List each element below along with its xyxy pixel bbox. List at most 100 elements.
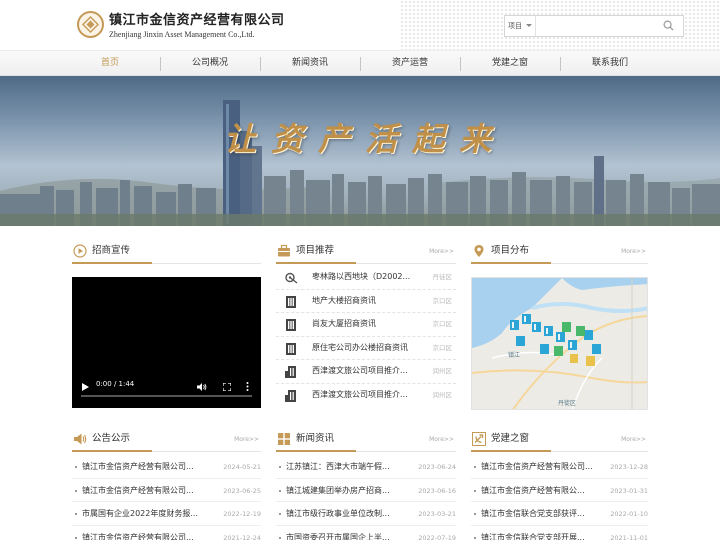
list-item[interactable]: 镇江市级行政事业单位改制... 2023-03-21 (276, 502, 456, 526)
list-item-title: 镇江市金信资产经营有限公司... (82, 532, 194, 540)
building-icon (286, 319, 296, 331)
promo-video-player[interactable]: 0:00 / 1:44 (72, 277, 261, 408)
bullet-dot (75, 466, 77, 468)
list-item[interactable]: 镇江市金信资产经营有限公... 2023-01-31 (471, 479, 648, 502)
party-more-link[interactable]: More>> (621, 436, 646, 443)
news-panel: 新闻资讯 More>> 江苏镇江：西津大市端午假... 2023-06-24 镇江… (276, 428, 456, 540)
list-item[interactable]: 镇江城建集团举办房产招商... 2023-06-16 (276, 479, 456, 502)
bullet-dot (75, 489, 77, 492)
list-item-date: 2024-05-21 (223, 463, 261, 471)
projects-list: 枣林路以西地块（D2002... 丹徒区 地产大楼招商资讯 京口区 尚友大厦招商… (276, 266, 456, 407)
speaker-icon (74, 433, 87, 445)
notices-more-link[interactable]: More>> (234, 436, 259, 443)
company-logo-icon[interactable] (77, 11, 104, 38)
list-item-date: 2023-06-16 (418, 486, 456, 495)
list-item-title: 镇江市级行政事业单位改制... (286, 509, 390, 518)
list-item[interactable]: 西津渡文旅公司项目推介... 润州区 (276, 360, 456, 384)
building-icon (285, 389, 296, 402)
header-accent-line (471, 262, 551, 264)
bullet-dot (474, 489, 476, 492)
hero-banner[interactable]: 让资产活起来 (0, 76, 720, 226)
more-options-icon[interactable] (246, 382, 249, 391)
location-pin-icon (474, 245, 484, 257)
header-accent-line (72, 262, 152, 264)
header-accent-line (471, 450, 551, 452)
list-item[interactable]: 市国资委召开市属国企上半... 2022-07-19 (276, 526, 456, 540)
brand-block[interactable]: 镇江市金信资产经营有限公司 Zhenjiang Jinxin Asset Man… (109, 13, 285, 40)
nav-item-assets[interactable]: 资产运营 (360, 51, 460, 76)
promo-panel: 招商宣传 0:00 / 1:44 (72, 240, 261, 408)
video-progress-bar[interactable] (81, 395, 252, 397)
list-item[interactable]: 镇江市金信资产经营有限公司... 2023-12-28 (471, 455, 648, 479)
list-item-title: 市国资委召开市属国企上半... (286, 532, 390, 540)
notices-list: 镇江市金信资产经营有限公司... 2024-05-21 镇江市金信资产经营有限公司… (72, 455, 261, 540)
building-icon (286, 295, 296, 308)
list-item[interactable]: 尚友大厦招商资讯 京口区 (276, 313, 456, 337)
projects-panel: 项目推荐 More>> 枣林路以西地块（D2002... 丹徒区 地产大楼招商资… (276, 240, 456, 402)
party-list: 镇江市金信资产经营有限公司... 2023-12-28 镇江市金信资产经营有限公.… (471, 455, 648, 540)
bullet-dot (75, 536, 77, 539)
list-item-date: 2023-12-28 (610, 463, 648, 471)
projects-more-link[interactable]: More>> (429, 248, 454, 255)
search-button[interactable] (653, 16, 683, 36)
list-item-title: 镇江城建集团举办房产招商... (286, 485, 390, 495)
list-item-date: 2023-03-21 (418, 510, 456, 518)
list-item[interactable]: 枣林路以西地块（D2002... 丹徒区 (276, 266, 456, 290)
bullet-dot (75, 513, 77, 515)
nav-item-about[interactable]: 公司概况 (160, 51, 260, 76)
header-accent-line (276, 262, 356, 264)
party-header: 党建之窗 More>> (471, 428, 648, 452)
nav-item-home[interactable]: 首页 (60, 51, 160, 76)
list-item-title: 镇江市金信联合党支部获评... (481, 509, 585, 518)
projects-header: 项目推荐 More>> (276, 240, 456, 264)
nav-item-party[interactable]: 党建之窗 (460, 51, 560, 76)
site-header: 镇江市金信资产经营有限公司 Zhenjiang Jinxin Asset Man… (0, 0, 720, 50)
main-nav: 首页 公司概况 新闻资讯 资产运营 党建之窗 联系我们 (0, 50, 720, 76)
list-item[interactable]: 镇江市金信联合党支部获评... 2022-01-10 (471, 502, 648, 526)
news-more-link[interactable]: More>> (429, 436, 454, 443)
list-item-title: 市属国有企业2022年度财务报... (82, 509, 198, 518)
list-item-title: 镇江市金信联合党支部开展... (481, 532, 585, 540)
search-input[interactable] (535, 16, 653, 36)
list-item-date: 2021-12-24 (223, 533, 261, 540)
project-district: 丹徒区 (432, 273, 453, 281)
project-district: 京口区 (432, 320, 453, 328)
list-item[interactable]: 镇江市金信资产经营有限公司... 2023-06-25 (72, 479, 261, 502)
party-title: 党建之窗 (491, 433, 530, 444)
bullet-dot (279, 466, 281, 468)
distribution-title: 项目分布 (491, 245, 530, 256)
projects-title: 项目推荐 (296, 245, 335, 256)
video-time: 0:00 / 1:44 (96, 380, 135, 388)
company-name-en: Zhenjiang Jinxin Asset Management Co.,Lt… (109, 30, 255, 39)
list-item-date: 2022-07-19 (418, 533, 456, 540)
nav-item-news[interactable]: 新闻资讯 (260, 51, 360, 76)
list-item[interactable]: 西津渡文旅公司项目推介... 润州区 (276, 384, 456, 408)
list-item[interactable]: 原住宅公司办公楼招商资讯 京口区 (276, 337, 456, 360)
nav-item-contact[interactable]: 联系我们 (560, 51, 660, 76)
list-item-date: 2023-01-31 (610, 486, 648, 495)
distribution-more-link[interactable]: More>> (621, 248, 646, 255)
project-name: 西津渡文旅公司项目推介... (312, 366, 408, 375)
list-item[interactable]: 镇江市金信联合党支部开展... 2021-11-01 (471, 526, 648, 540)
bullet-dot (474, 466, 476, 468)
list-item[interactable]: 地产大楼招商资讯 京口区 (276, 290, 456, 313)
list-item-title: 镇江市金信资产经营有限公... (481, 485, 585, 495)
bullet-dot (474, 536, 476, 539)
news-icon (278, 433, 290, 445)
map-canvas (472, 278, 647, 409)
list-item-title: 镇江市金信资产经营有限公司... (82, 485, 194, 495)
project-map[interactable]: 镇江 丹徒区 (471, 277, 648, 410)
volume-icon[interactable] (197, 383, 207, 391)
bullet-dot (474, 513, 476, 515)
news-header: 新闻资讯 More>> (276, 428, 456, 452)
list-item[interactable]: 镇江市金信资产经营有限公司... 2021-12-24 (72, 526, 261, 540)
list-item-date: 2022-01-10 (610, 510, 648, 518)
list-item[interactable]: 江苏镇江：西津大市端午假... 2023-06-24 (276, 455, 456, 479)
news-list: 江苏镇江：西津大市端午假... 2023-06-24 镇江城建集团举办房产招商..… (276, 455, 456, 540)
list-item[interactable]: 市属国有企业2022年度财务报... 2022-12-19 (72, 502, 261, 526)
list-item[interactable]: 镇江市金信资产经营有限公司... 2024-05-21 (72, 455, 261, 479)
search-scope-select[interactable]: 项目 (505, 16, 533, 36)
play-icon[interactable] (81, 383, 89, 391)
fullscreen-icon[interactable] (223, 383, 231, 391)
header-accent-line (276, 450, 356, 452)
